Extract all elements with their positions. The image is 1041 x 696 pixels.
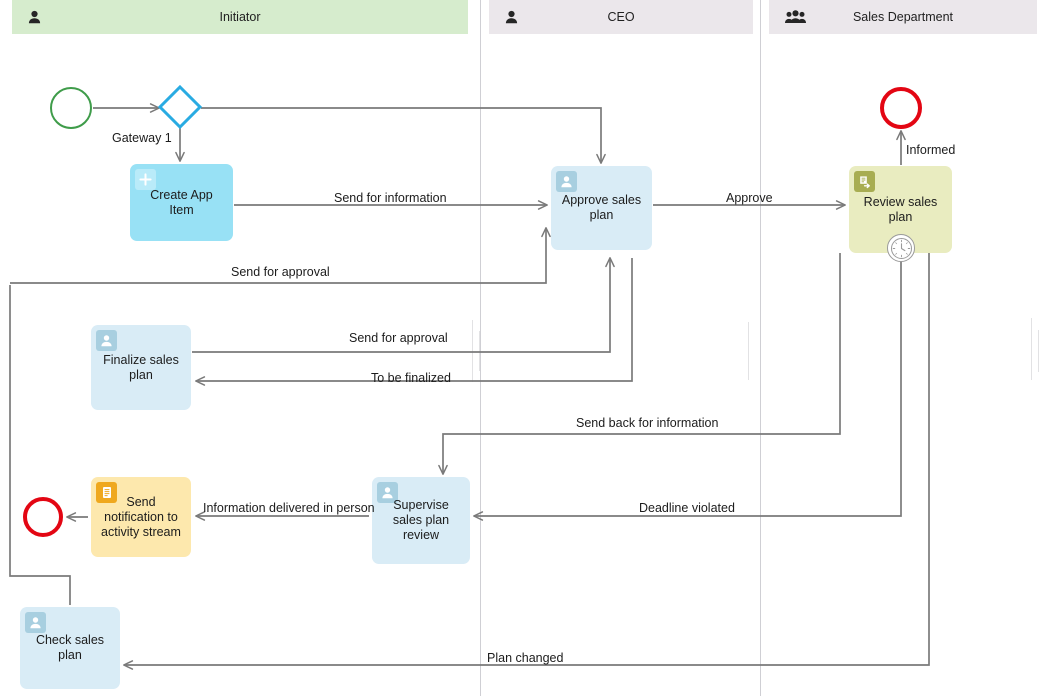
task-supervise-sales-plan-review[interactable]: Supervise sales plan review: [372, 477, 470, 564]
document-send-icon: [854, 171, 875, 192]
lane-header-sales-department[interactable]: Sales Department: [769, 0, 1037, 34]
person-icon: [556, 171, 577, 192]
end-event-informed[interactable]: [880, 87, 922, 129]
edge-label-send-for-approval: Send for approval: [231, 265, 330, 279]
task-approve-sales-plan[interactable]: Approve sales plan: [551, 166, 652, 250]
task-send-notification-to-activity-stream[interactable]: Send notification to activity stream: [91, 477, 191, 557]
lane-title-ceo: CEO: [607, 10, 635, 24]
task-label: Supervise sales plan review: [392, 498, 450, 542]
page-guide-line: [472, 320, 473, 382]
person-icon: [96, 330, 117, 351]
task-check-sales-plan[interactable]: Check sales plan: [20, 607, 120, 689]
gateway-1-label: Gateway 1: [112, 131, 172, 145]
page-guide-line: [1038, 330, 1039, 372]
lane-title-sales-department: Sales Department: [852, 10, 954, 24]
end-event-notification[interactable]: [23, 497, 63, 537]
gateway-1[interactable]: [157, 84, 203, 130]
page-guide-line: [748, 322, 749, 380]
edge-label-approve: Approve: [726, 191, 773, 205]
clock-icon: [890, 237, 912, 259]
edge-label-plan-changed: Plan changed: [487, 651, 564, 665]
edge-label-send-back-for-information: Send back for information: [576, 416, 719, 430]
task-label: Finalize sales plan: [103, 352, 179, 382]
task-label: Send notification to activity stream: [101, 494, 181, 539]
task-create-app-item[interactable]: Create App Item: [130, 164, 233, 241]
start-event[interactable]: [50, 87, 92, 129]
task-finalize-sales-plan[interactable]: Finalize sales plan: [91, 325, 191, 410]
task-label: Approve sales plan: [561, 193, 642, 222]
page-guide-line: [1031, 318, 1032, 380]
edge-label-information-delivered-in-person: Information delivered in person: [203, 501, 375, 515]
bpmn-diagram-canvas[interactable]: Initiator CEO Sales Department Gateway 1…: [0, 0, 1041, 696]
person-icon: [25, 612, 46, 633]
lane-title-initiator: Initiator: [219, 10, 261, 24]
lane-header-ceo[interactable]: CEO: [489, 0, 753, 34]
lane-ceo[interactable]: [481, 0, 761, 696]
edge-label-send-for-approval-2: Send for approval: [349, 331, 448, 345]
lane-header-initiator[interactable]: Initiator: [12, 0, 468, 34]
edge-label-to-be-finalized: To be finalized: [371, 371, 451, 385]
edge-label-deadline-violated: Deadline violated: [639, 501, 735, 515]
timer-boundary-event[interactable]: [887, 234, 915, 262]
page-guide-line: [479, 331, 480, 371]
task-label: Create App Item: [150, 187, 213, 217]
edge-label-informed: Informed: [906, 143, 956, 157]
edge-label-send-for-information: Send for information: [334, 191, 447, 205]
task-label: Check sales plan: [35, 633, 105, 662]
task-label: Review sales plan: [863, 194, 938, 224]
